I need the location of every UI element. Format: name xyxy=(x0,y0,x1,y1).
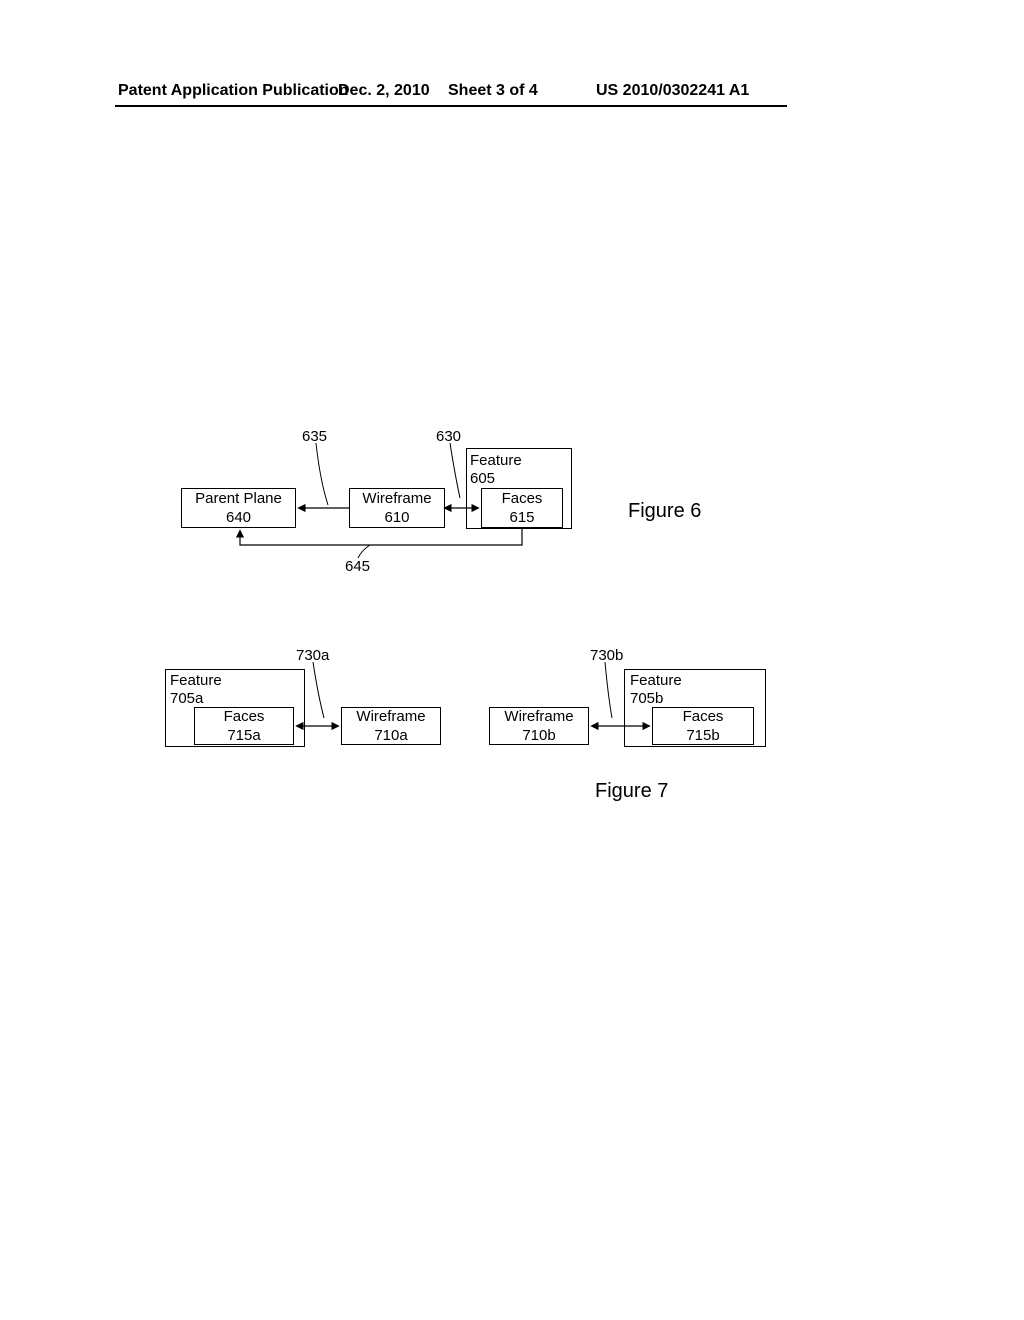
figure-7-arrows xyxy=(0,0,1024,900)
figure-7: Feature 705a Faces 715a Wireframe 710a F… xyxy=(0,0,1024,900)
